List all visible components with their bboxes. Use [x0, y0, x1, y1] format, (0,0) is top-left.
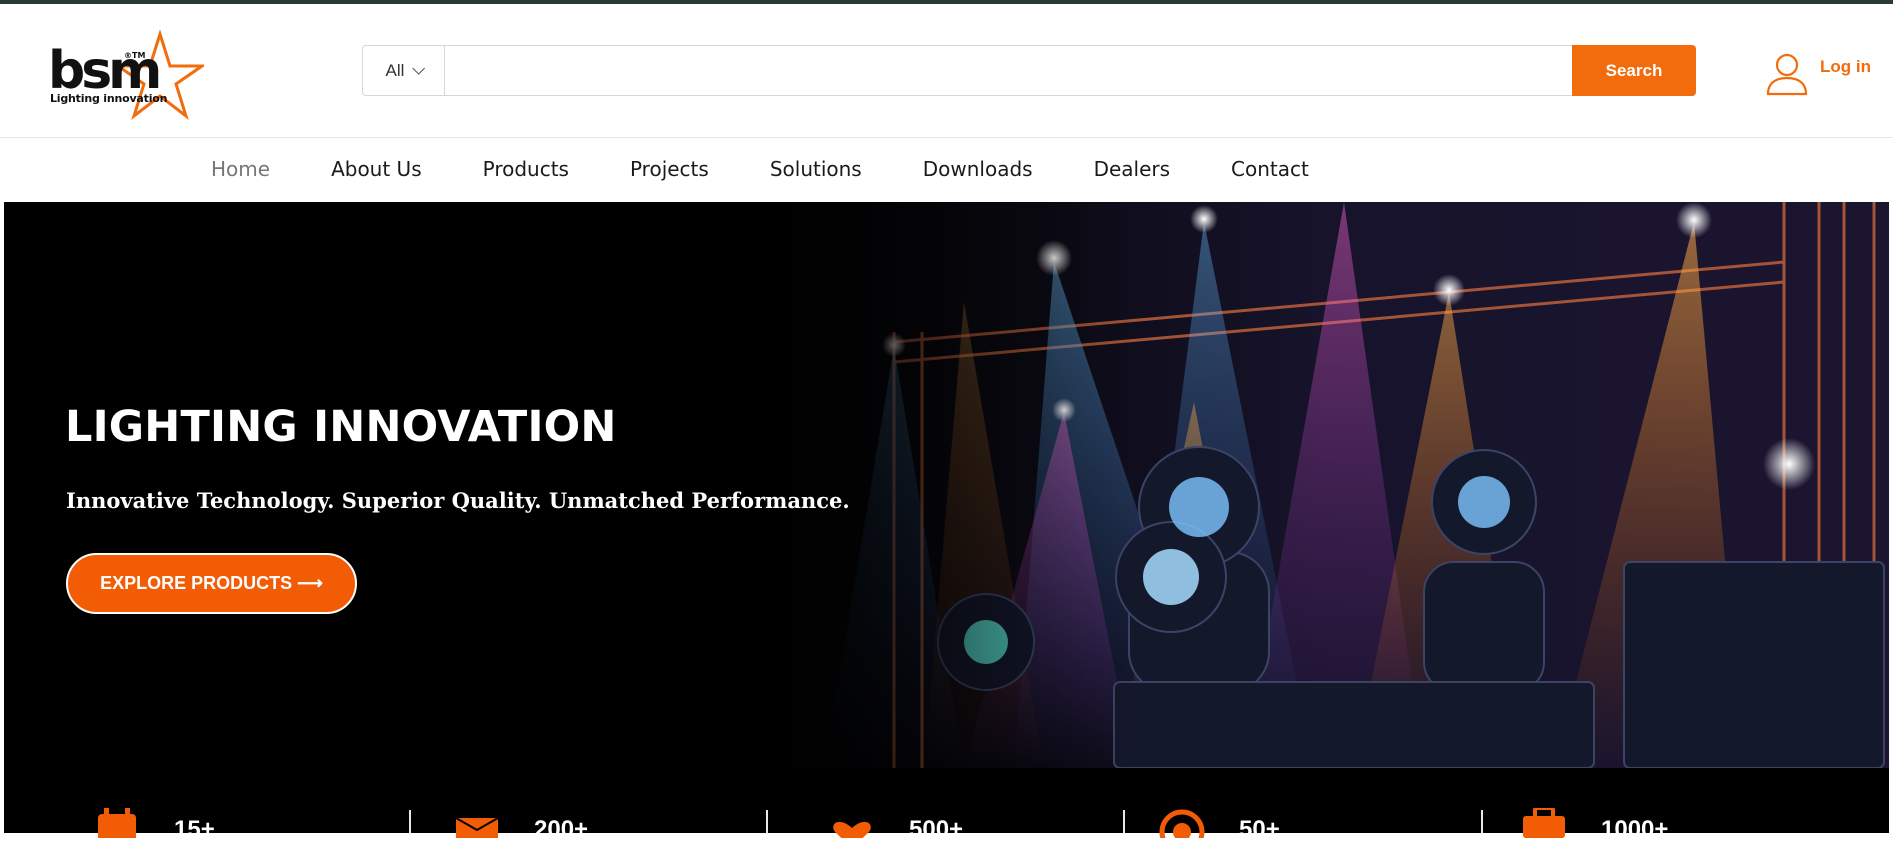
calendar-icon	[98, 808, 136, 838]
heart-icon	[833, 821, 871, 838]
globe-icon	[1159, 809, 1205, 838]
stat-divider	[1481, 810, 1483, 833]
nav-item-downloads[interactable]: Downloads	[923, 157, 1033, 181]
stat-divider	[1123, 810, 1125, 833]
search-bar: All Search	[362, 45, 1696, 96]
hero-title: LIGHTING INNOVATION	[65, 402, 617, 452]
stat-divider	[409, 810, 411, 833]
hero-stage-image	[4, 202, 1889, 768]
nav-item-dealers[interactable]: Dealers	[1094, 157, 1170, 181]
stat-value: 500+	[909, 816, 964, 843]
nav-item-contact[interactable]: Contact	[1231, 157, 1309, 181]
nav-item-solutions[interactable]: Solutions	[770, 157, 862, 181]
user-icon	[1766, 53, 1808, 96]
explore-products-button[interactable]: EXPLORE PRODUCTS ⟶	[66, 553, 357, 614]
search-category-select[interactable]: All	[363, 46, 445, 95]
nav-item-about-us[interactable]: About Us	[331, 157, 422, 181]
search-input[interactable]	[445, 46, 1572, 95]
search-category-label: All	[385, 60, 405, 80]
briefcase-icon	[1523, 808, 1565, 838]
stats-bar: 15+ 200+ 500+ 50+ 1000+	[4, 768, 1889, 843]
main-nav: Home About Us Products Projects Solution…	[0, 138, 1893, 202]
nav-item-home[interactable]: Home	[211, 157, 270, 181]
stat-value: 1000+	[1601, 816, 1669, 843]
site-header: bsm ®TM Lighting innovation All Search L…	[0, 4, 1893, 138]
envelope-icon	[455, 817, 499, 838]
hero-banner: LIGHTING INNOVATION Innovative Technolog…	[4, 202, 1889, 768]
chevron-down-icon	[412, 62, 426, 75]
search-button[interactable]: Search	[1572, 45, 1696, 96]
hero-subtitle: Innovative Technology. Superior Quality.…	[66, 488, 850, 513]
logo-star-icon: bsm ®TM	[48, 30, 204, 120]
login-label: Log in	[1820, 57, 1871, 76]
stat-value: 15+	[174, 816, 215, 843]
nav-item-products[interactable]: Products	[483, 157, 569, 181]
brand-tagline: Lighting innovation	[50, 92, 168, 105]
brand-logo[interactable]: bsm ®TM Lighting innovation	[48, 30, 204, 120]
stat-value: 200+	[534, 816, 589, 843]
svg-text:®TM: ®TM	[124, 51, 145, 60]
login-link[interactable]: Log in	[1765, 52, 1885, 102]
stat-divider	[766, 810, 768, 833]
stat-value: 50+	[1239, 816, 1280, 843]
nav-item-projects[interactable]: Projects	[630, 157, 709, 181]
